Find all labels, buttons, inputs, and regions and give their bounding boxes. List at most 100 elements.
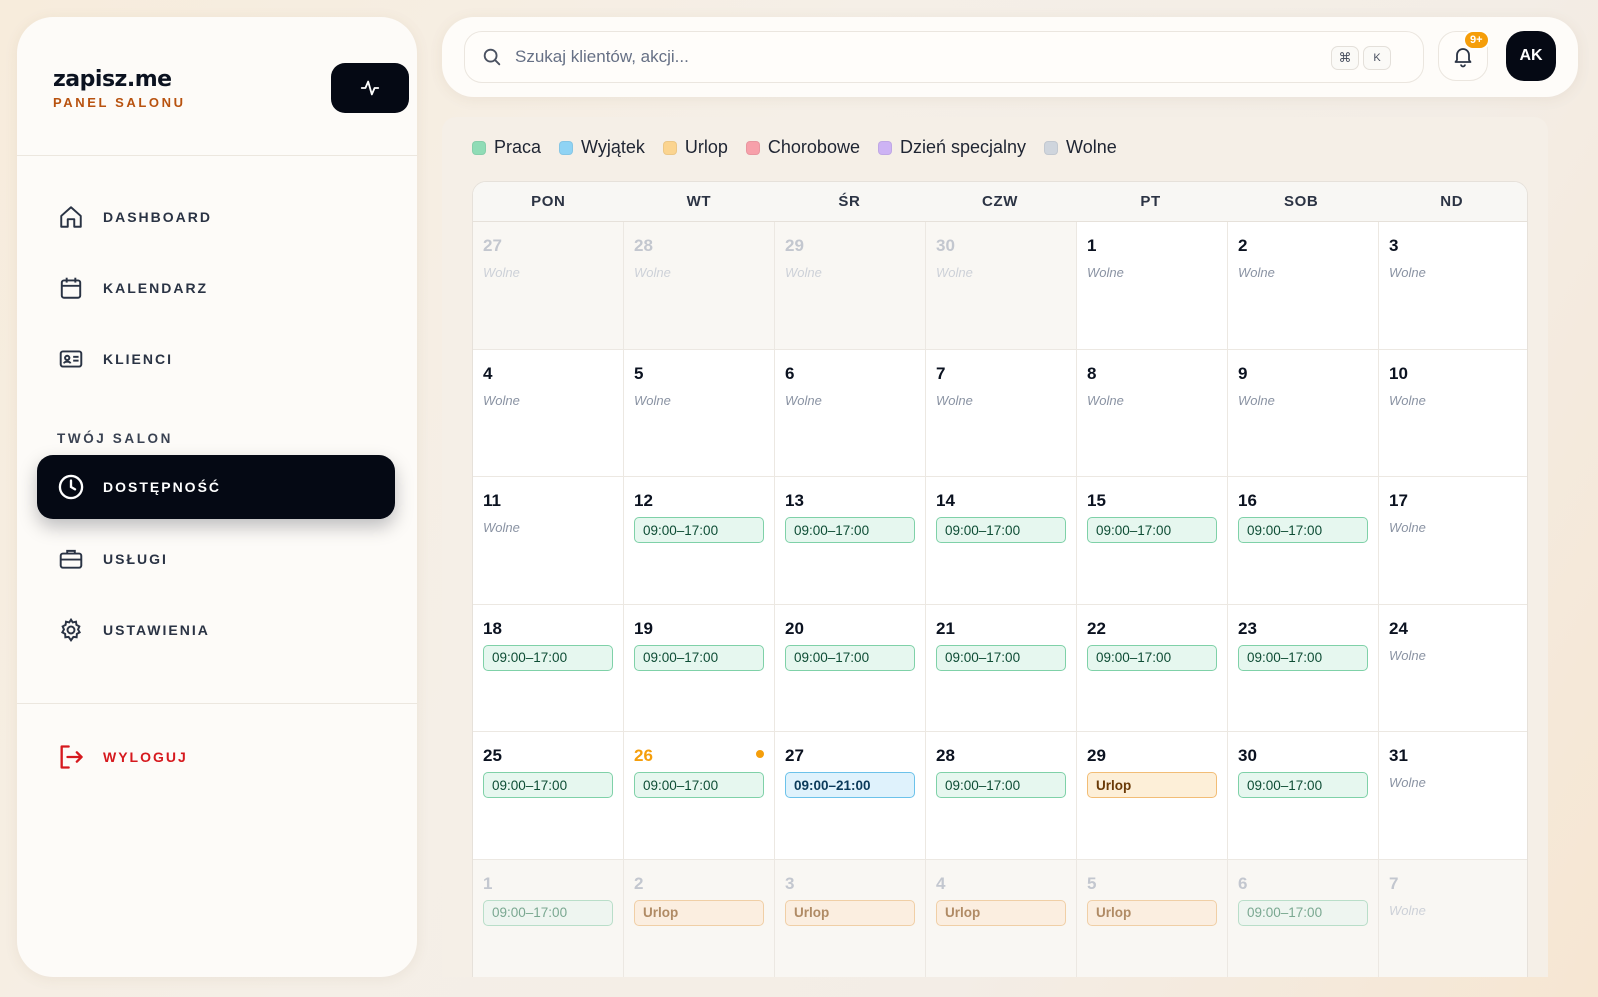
day-off-label: Wolne [634, 265, 671, 280]
day-off-label: Wolne [634, 392, 671, 408]
calendar-day-cell[interactable]: 10 Wolne [1379, 349, 1527, 477]
day-number: 29 [1087, 746, 1106, 765]
calendar-day-cell[interactable]: 2 Urlop [624, 859, 775, 977]
calendar-day-cell[interactable]: 22 09:00–17:00 [1077, 604, 1228, 732]
calendar-day-cell[interactable]: 24 Wolne [1379, 604, 1527, 732]
day-number: 31 [1389, 746, 1408, 765]
nav-clients[interactable]: KLIENCI [37, 327, 395, 391]
calendar-day-cell[interactable]: 15 09:00–17:00 [1077, 477, 1228, 605]
calendar-day-cell[interactable]: 13 09:00–17:00 [775, 477, 926, 605]
day-number: 18 [483, 618, 502, 638]
day-number: 6 [785, 363, 795, 383]
nav-dashboard[interactable]: DASHBOARD [37, 185, 395, 249]
vacation-pill[interactable]: Urlop [1087, 772, 1217, 798]
weekday-label: WT [686, 193, 712, 210]
activity-button[interactable] [331, 63, 409, 113]
calendar-day-cell[interactable]: 6 09:00–17:00 [1228, 859, 1379, 977]
calendar-day-cell[interactable]: 4 Wolne [473, 349, 624, 477]
briefcase-icon [57, 545, 85, 573]
nav-calendar[interactable]: KALENDARZ [37, 256, 395, 320]
search-input[interactable] [515, 47, 1315, 67]
calendar-day-cell[interactable]: 7 Wolne [1379, 859, 1527, 977]
vacation-pill[interactable]: Urlop [785, 899, 915, 926]
calendar-day-cell[interactable]: 16 09:00–17:00 [1228, 477, 1379, 605]
calendar-day-cell[interactable]: 28 09:00–17:00 [926, 732, 1077, 860]
nav-services[interactable]: USŁUGI [37, 527, 395, 591]
notifications-button[interactable]: 9+ [1438, 30, 1490, 81]
availability-calendar: PON WT ŚR CZW PT SOB ND 27 Wolne 28 Wolne 29 Wolne 3… [472, 181, 1528, 977]
calendar-day-cell[interactable]: 31 Wolne [1379, 732, 1527, 860]
vacation-pill[interactable]: Urlop [634, 899, 764, 926]
calendar-day-cell[interactable]: 7 Wolne [926, 349, 1077, 477]
calendar-day-cell[interactable]: 19 09:00–17:00 [624, 604, 775, 732]
work-hours-pill[interactable]: 09:00–17:00 [483, 772, 613, 798]
calendar-day-cell[interactable]: 27 09:00–21:00 [775, 732, 926, 860]
calendar-day-cell[interactable]: 5 Wolne [624, 349, 775, 477]
vacation-pill[interactable]: Urlop [936, 899, 1066, 926]
calendar-day-cell[interactable]: 4 Urlop [926, 859, 1077, 977]
calendar-day-cell[interactable]: 21 09:00–17:00 [926, 604, 1077, 732]
calendar-day-cell[interactable]: 1 09:00–17:00 [473, 859, 624, 977]
calendar-day-cell[interactable]: 29 Wolne [775, 222, 926, 350]
calendar-day-cell[interactable]: 12 09:00–17:00 [624, 477, 775, 605]
day-number: 3 [785, 873, 795, 893]
work-hours-pill[interactable]: 09:00–17:00 [936, 517, 1066, 543]
calendar-day-cell[interactable]: 2 Wolne [1228, 222, 1379, 350]
exception-hours-pill[interactable]: 09:00–21:00 [785, 772, 915, 798]
calendar-day-cell[interactable]: 29 Urlop [1077, 732, 1228, 860]
calendar-day-cell[interactable]: 28 Wolne [624, 222, 775, 350]
calendar-day-cell[interactable]: 18 09:00–17:00 [473, 604, 624, 732]
weekday-label: ND [1440, 193, 1464, 210]
work-hours-pill[interactable]: 09:00–17:00 [483, 899, 613, 926]
work-hours-pill[interactable]: 09:00–17:00 [634, 644, 764, 671]
id-card-icon [57, 345, 85, 373]
section-title-salon: TWÓJ SALON [57, 431, 173, 446]
calendar-day-cell[interactable]: 11 Wolne [473, 477, 624, 605]
day-number: 12 [634, 491, 653, 510]
calendar-day-cell[interactable]: 26 09:00–17:00 [624, 732, 775, 860]
user-avatar[interactable]: AK [1506, 31, 1556, 81]
brand-name: zapisz.me [53, 67, 172, 92]
day-number: 13 [785, 491, 804, 510]
nav-settings[interactable]: USTAWIENIA [37, 598, 395, 662]
work-hours-pill[interactable]: 09:00–17:00 [1238, 899, 1368, 926]
work-hours-pill[interactable]: 09:00–17:00 [1238, 517, 1368, 543]
calendar-day-cell[interactable]: 23 09:00–17:00 [1228, 604, 1379, 732]
work-hours-pill[interactable]: 09:00–17:00 [1238, 644, 1368, 671]
work-hours-pill[interactable]: 09:00–17:00 [1087, 517, 1217, 543]
logout-label: WYLOGUJ [103, 749, 188, 765]
work-hours-pill[interactable]: 09:00–17:00 [936, 772, 1066, 798]
day-number: 28 [936, 746, 955, 765]
weekday-label: PT [1140, 193, 1161, 210]
calendar-day-cell[interactable]: 14 09:00–17:00 [926, 477, 1077, 605]
logout-button[interactable]: WYLOGUJ [37, 725, 395, 789]
work-hours-pill[interactable]: 09:00–17:00 [936, 644, 1066, 671]
work-hours-pill[interactable]: 09:00–17:00 [483, 644, 613, 671]
calendar-day-cell[interactable]: 17 Wolne [1379, 477, 1527, 605]
day-off-label: Wolne [1087, 392, 1124, 408]
work-hours-pill[interactable]: 09:00–17:00 [1087, 644, 1217, 671]
calendar-icon [57, 274, 85, 302]
work-hours-pill[interactable]: 09:00–17:00 [634, 517, 764, 543]
work-hours-pill[interactable]: 09:00–17:00 [1238, 772, 1368, 798]
calendar-day-cell[interactable]: 9 Wolne [1228, 349, 1379, 477]
work-hours-pill[interactable]: 09:00–17:00 [634, 772, 764, 798]
calendar-day-cell[interactable]: 20 09:00–17:00 [775, 604, 926, 732]
day-number: 23 [1238, 618, 1257, 638]
calendar-day-cell[interactable]: 5 Urlop [1077, 859, 1228, 977]
calendar-day-cell[interactable]: 6 Wolne [775, 349, 926, 477]
calendar-day-cell[interactable]: 27 Wolne [473, 222, 624, 350]
calendar-day-cell[interactable]: 25 09:00–17:00 [473, 732, 624, 860]
calendar-day-cell[interactable]: 8 Wolne [1077, 349, 1228, 477]
calendar-day-cell[interactable]: 1 Wolne [1077, 222, 1228, 350]
nav-availability[interactable]: DOSTĘPNOŚĆ [37, 455, 395, 519]
search-bar[interactable]: ⌘ K [464, 31, 1424, 83]
calendar-day-cell[interactable]: 3 Wolne [1379, 222, 1527, 350]
calendar-day-cell[interactable]: 30 09:00–17:00 [1228, 732, 1379, 860]
day-off-label: Wolne [1389, 647, 1426, 663]
work-hours-pill[interactable]: 09:00–17:00 [785, 644, 915, 671]
calendar-day-cell[interactable]: 30 Wolne [926, 222, 1077, 350]
vacation-pill[interactable]: Urlop [1087, 899, 1217, 926]
work-hours-pill[interactable]: 09:00–17:00 [785, 517, 915, 543]
calendar-day-cell[interactable]: 3 Urlop [775, 859, 926, 977]
